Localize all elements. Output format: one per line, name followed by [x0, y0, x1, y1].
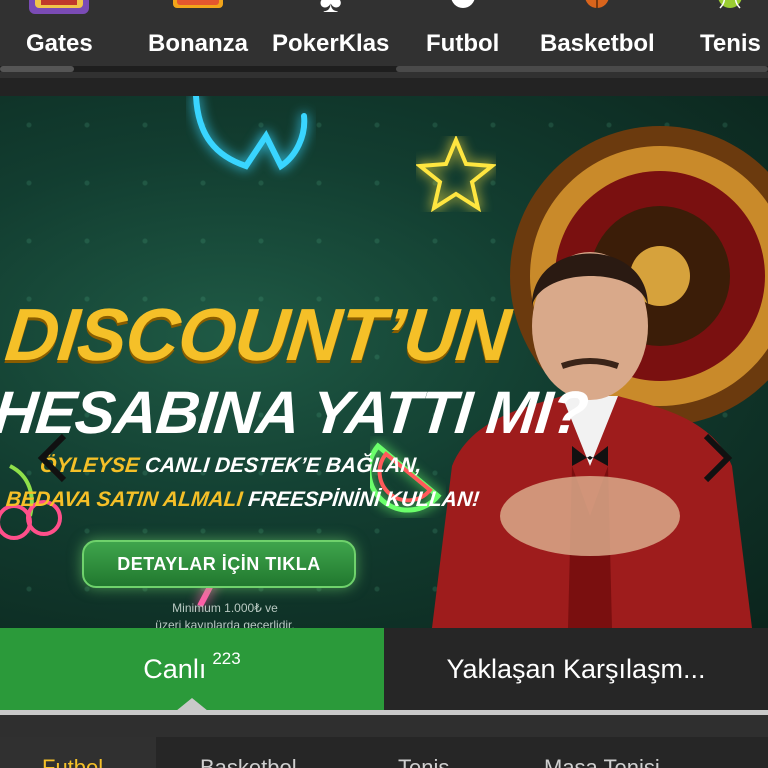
bonanza-icon — [169, 0, 227, 21]
nav-item-basketbol[interactable]: Basketbol — [540, 0, 655, 62]
nav-label: PokerKlas — [272, 30, 390, 57]
banner-text-white: FREESPİNİNİ KULLAN! — [247, 488, 481, 511]
soccer-ball-icon — [448, 0, 478, 17]
club-suit-icon: ♣ — [319, 0, 342, 20]
tab-upcoming[interactable]: Yaklaşan Karşılaşm... — [384, 628, 768, 710]
chevron-right-icon[interactable] — [700, 432, 736, 495]
details-cta-button[interactable]: DETAYLAR İÇİN TIKLA — [82, 540, 356, 588]
nav-label: Gates — [26, 30, 93, 57]
nav-item-gates[interactable]: Gates — [26, 0, 93, 62]
neon-symbol-icon — [193, 96, 308, 171]
banner-text-line: BEDAVA SATIN ALMALI FREESPİNİNİ KULLAN! — [5, 488, 481, 512]
sport-tab-masa-tenisi[interactable]: Masa Tenisi — [544, 737, 660, 768]
banner-text-line: ÖYLEYSE CANLI DESTEK’E BAĞLAN, — [39, 454, 423, 478]
tab-live-label: Canlı — [143, 653, 207, 684]
terms-note: Minimum 1.000₺ ve üzeri kayıplarda geçer… — [150, 600, 300, 628]
sport-tabs: Futbol Basketbol Tenis Masa Tenisi — [0, 737, 768, 768]
terms-note-line: Minimum 1.000₺ ve — [172, 601, 278, 615]
banner-headline: DISCOUNT’UN — [1, 293, 514, 376]
banner-text-white: CANLI DESTEK’E BAĞLAN, — [143, 454, 423, 477]
banner-subheadline: HESABINA YATTI MI? — [0, 379, 591, 446]
nav-label: Futbol — [426, 30, 500, 57]
category-nav: Gates Bonanza ♣ PokerKlas Futbol Basketb… — [0, 0, 768, 78]
nav-scroll-segment — [396, 66, 768, 72]
nav-item-bonanza[interactable]: Bonanza — [148, 0, 248, 62]
live-count-badge: 223 — [212, 649, 241, 668]
sport-tab-tenis[interactable]: Tenis — [398, 737, 449, 768]
chevron-left-icon[interactable] — [34, 432, 70, 495]
sport-tab-futbol[interactable]: Futbol — [0, 737, 156, 768]
nav-label: Tenis — [700, 30, 761, 57]
basketball-icon — [582, 0, 612, 17]
nav-item-tenis[interactable]: Tenis — [700, 0, 761, 62]
nav-item-pokerklas[interactable]: ♣ PokerKlas — [272, 0, 389, 62]
separator — [0, 78, 768, 96]
nav-scroll-thumb[interactable] — [0, 66, 74, 72]
nav-label: Basketbol — [540, 30, 655, 57]
terms-note-line: üzeri kayıplarda geçerlidir. — [155, 618, 295, 628]
promo-banner[interactable]: DISCOUNT’UN HESABINA YATTI MI? ÖYLEYSE C… — [0, 96, 768, 628]
nav-item-futbol[interactable]: Futbol — [426, 0, 499, 62]
nav-label: Bonanza — [148, 30, 249, 57]
sport-tab-basketbol[interactable]: Basketbol — [200, 737, 297, 768]
tennis-ball-icon — [715, 0, 745, 17]
separator — [0, 715, 768, 737]
gates-of-olympus-icon — [27, 0, 91, 25]
